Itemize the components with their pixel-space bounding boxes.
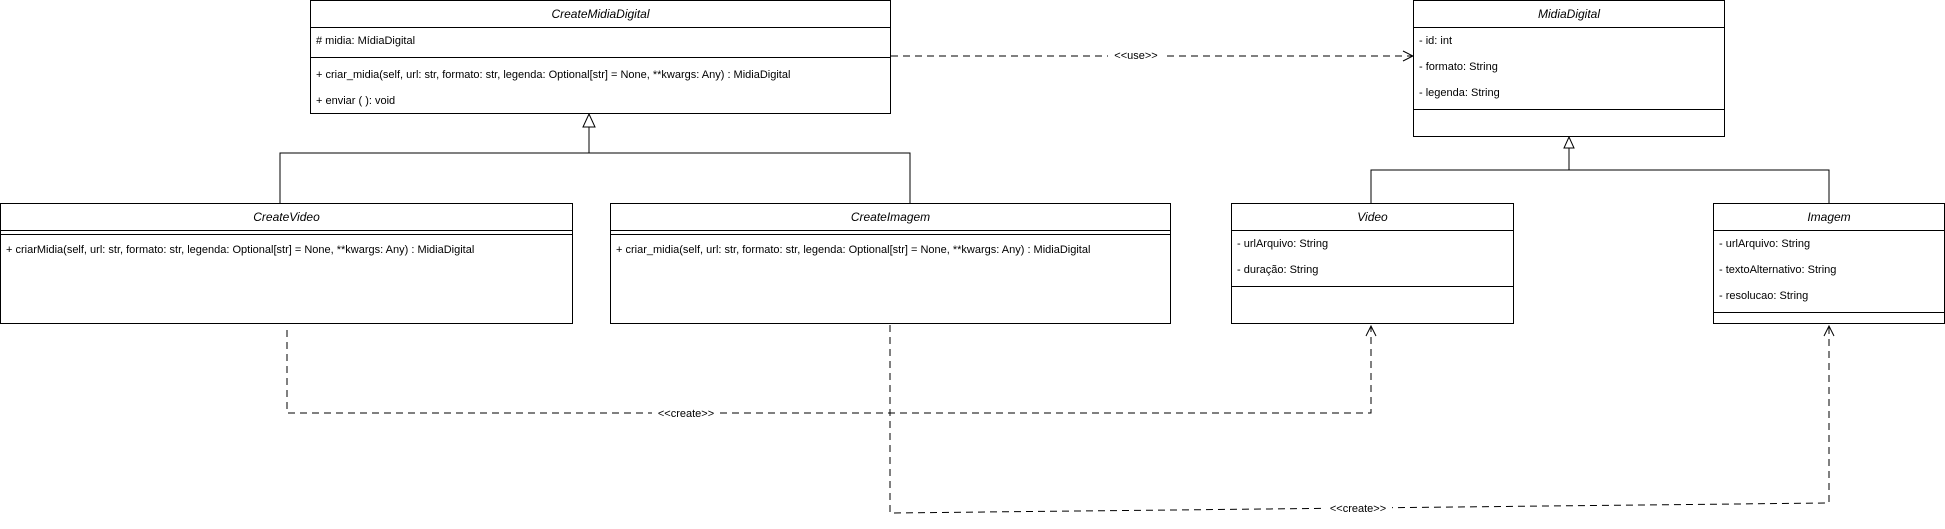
attribute-row: - urlArquivo: String	[1237, 238, 1329, 250]
attribute-row: - formato: String	[1419, 61, 1498, 73]
method-row: + criar_midia(self, url: str, formato: s…	[316, 69, 791, 81]
method-row: + enviar ( ): void	[316, 95, 396, 107]
methods-section: + criar_midia(self, url: str, formato: s…	[311, 58, 890, 114]
attribute-row: - textoAlternativo: String	[1719, 264, 1837, 276]
attribute-row: - id: int	[1419, 35, 1453, 47]
class-create-video[interactable]: CreateVideo + criarMidia(self, url: str,…	[0, 203, 573, 324]
attribute-row: - resolucao: String	[1719, 290, 1809, 302]
inheritance-midia-digital	[1370, 135, 1830, 203]
attribute-row: - legenda: String	[1419, 87, 1500, 99]
attributes-section: # midia: MídiaDigital	[311, 28, 890, 58]
methods-section: + criar_midia(self, url: str, formato: s…	[611, 235, 1170, 263]
attribute-row: # midia: MídiaDigital	[316, 35, 416, 47]
use-label: <<use>>	[1114, 50, 1157, 62]
method-row: + criar_midia(self, url: str, formato: s…	[616, 244, 1091, 256]
attribute-row: - duração: String	[1237, 264, 1319, 276]
method-row: + criarMidia(self, url: str, formato: st…	[6, 244, 475, 256]
class-name: CreateMidiaDigital	[311, 1, 890, 28]
inheritance-triangle-icon	[582, 112, 596, 128]
create-imagem-label: <<create>>	[1330, 503, 1386, 515]
use-dependency: <<use>>	[891, 48, 1413, 62]
attributes-section: - id: int - formato: String - legenda: S…	[1414, 28, 1724, 110]
create-video-label: <<create>>	[658, 408, 714, 420]
class-imagem[interactable]: Imagem - urlArquivo: String - textoAlter…	[1713, 203, 1945, 324]
attributes-section: - urlArquivo: String - textoAlternativo:…	[1714, 231, 1944, 313]
class-create-imagem[interactable]: CreateImagem + criar_midia(self, url: st…	[610, 203, 1171, 324]
class-name: MidiaDigital	[1414, 1, 1724, 28]
inheritance-triangle-icon	[1563, 135, 1575, 149]
attributes-section: - urlArquivo: String - duração: String	[1232, 231, 1513, 287]
class-name: Imagem	[1714, 204, 1944, 231]
create-imagem-dependency: <<create>>	[889, 325, 1829, 515]
class-midia-digital[interactable]: MidiaDigital - id: int - formato: String…	[1413, 0, 1725, 137]
class-create-midia-digital[interactable]: CreateMidiaDigital # midia: MídiaDigital…	[310, 0, 891, 114]
class-name: Video	[1232, 204, 1513, 231]
methods-section: + criarMidia(self, url: str, formato: st…	[1, 235, 572, 263]
class-name: CreateVideo	[1, 204, 572, 231]
inheritance-create-midia	[279, 112, 911, 203]
attribute-row: - urlArquivo: String	[1719, 238, 1811, 250]
class-name: CreateImagem	[611, 204, 1170, 231]
class-video[interactable]: Video - urlArquivo: String - duração: St…	[1231, 203, 1514, 324]
create-video-dependency: <<create>>	[286, 326, 1371, 420]
